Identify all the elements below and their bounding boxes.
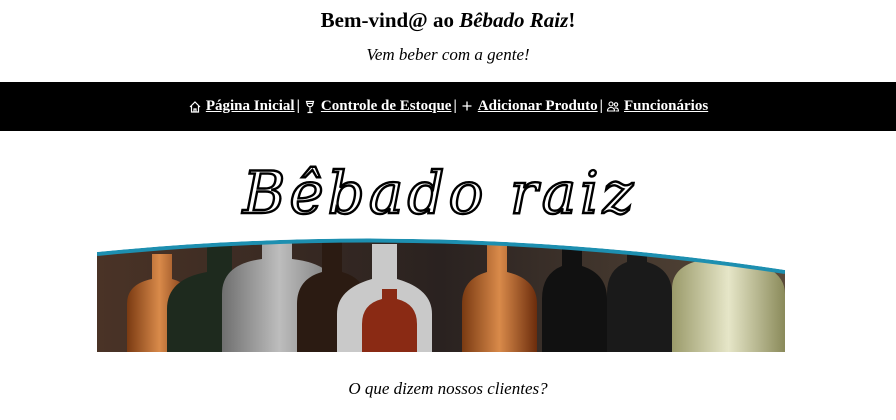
- bottles-banner: [96, 234, 786, 352]
- nav-link-stock[interactable]: Controle de Estoque: [321, 98, 452, 115]
- brand-logo-image: Bêbado raiz: [241, 158, 638, 228]
- nav-item-stock: Controle de Estoque |: [303, 98, 460, 115]
- brand-logo: Bêbado raiz: [0, 155, 896, 228]
- nav-link-home[interactable]: Página Inicial: [206, 98, 295, 115]
- nav-separator: |: [599, 98, 603, 114]
- welcome-suffix: !: [568, 8, 576, 32]
- nav-item-add-product: Adicionar Produto |: [460, 98, 606, 115]
- tagline: Vem beber com a gente!: [366, 45, 530, 64]
- welcome-title: Bem-vind@ ao Bêbado Raiz!: [0, 6, 896, 34]
- welcome-prefix: Bem-vind@ ao: [320, 8, 460, 32]
- nav-link-employees[interactable]: Funcionários: [624, 98, 708, 115]
- page: Bem-vind@ ao Bêbado Raiz! Vem beber com …: [0, 0, 896, 420]
- plus-icon: [460, 100, 474, 114]
- nav-item-home: Página Inicial |: [188, 98, 303, 115]
- main-navbar: Página Inicial | Controle de Estoque | A…: [0, 82, 896, 131]
- nav-link-add-product[interactable]: Adicionar Produto: [478, 98, 598, 115]
- bottles-banner-image: [96, 236, 786, 352]
- nav-separator: |: [296, 98, 300, 114]
- people-icon: [606, 100, 620, 114]
- nav-item-employees: Funcionários: [606, 98, 708, 115]
- house-icon: [188, 100, 202, 114]
- welcome-brand: Bêbado Raiz: [459, 8, 569, 32]
- testimonials-heading: O que dizem nossos clientes?: [348, 379, 548, 398]
- nav-separator: |: [453, 98, 457, 114]
- logo-text: Bêbado raiz: [242, 159, 638, 225]
- wine-glass-icon: [303, 100, 317, 114]
